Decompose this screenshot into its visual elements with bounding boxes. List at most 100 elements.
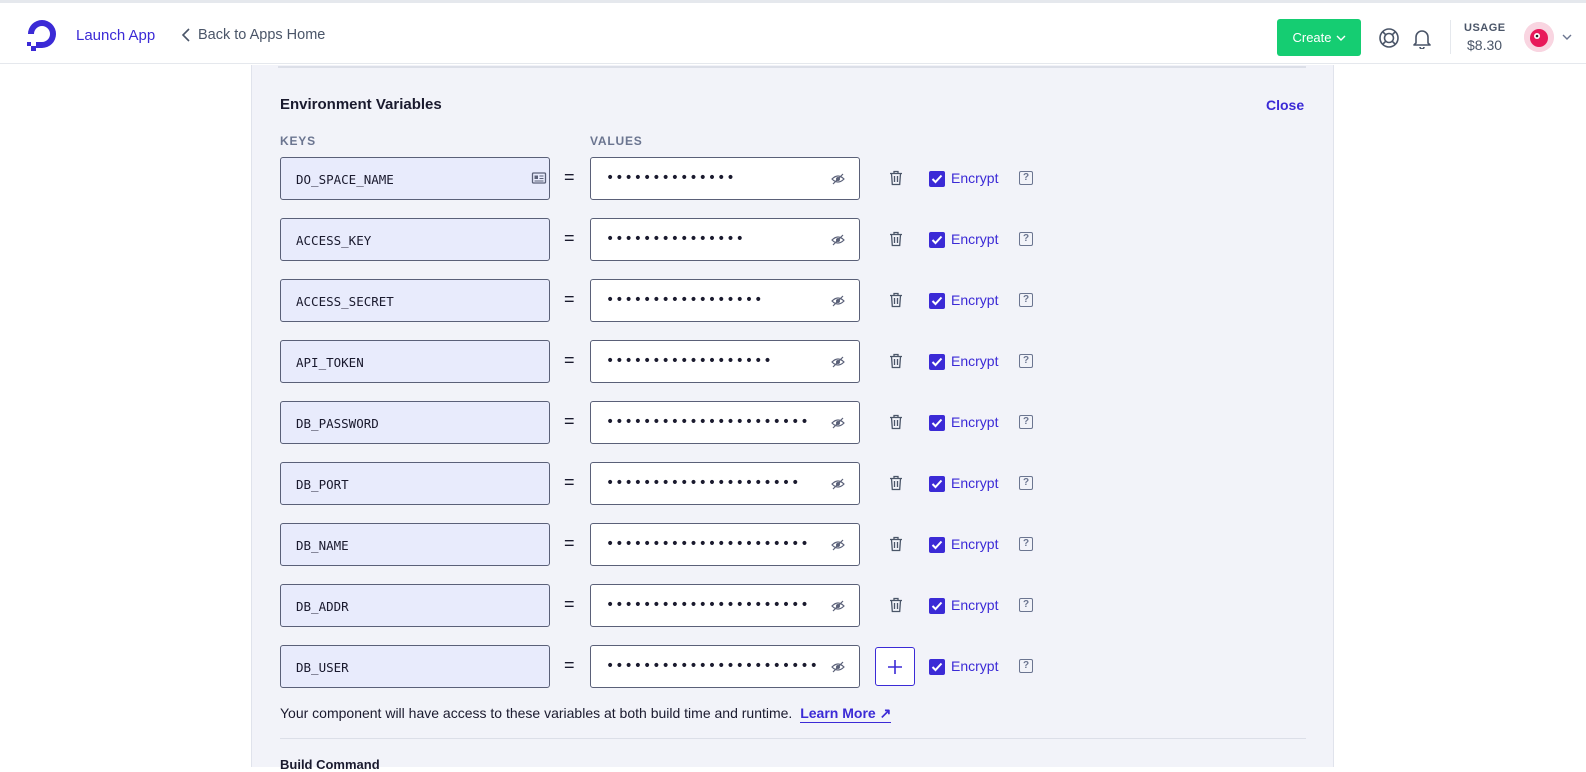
create-label: Create	[1292, 30, 1332, 45]
env-var-row: ACCESS_SECRET = ••••••••••••••••• Encryp…	[280, 279, 1040, 323]
delete-trash-icon[interactable]	[889, 353, 903, 369]
encrypt-label[interactable]: Encrypt	[951, 353, 998, 369]
help-question-icon[interactable]: ?	[1019, 659, 1033, 673]
help-question-icon[interactable]: ?	[1019, 415, 1033, 429]
hide-value-eye-icon[interactable]	[831, 234, 845, 246]
env-value-input[interactable]: •••••••••••••••••	[590, 279, 860, 322]
hide-value-eye-icon[interactable]	[831, 539, 845, 551]
env-value-input[interactable]: ••••••••••••••••••	[590, 340, 860, 383]
encrypt-label[interactable]: Encrypt	[951, 170, 998, 186]
env-value-masked: •••••••••••••••••	[606, 292, 764, 308]
env-value-input[interactable]: •••••••••••••••••••••••	[590, 645, 860, 688]
encrypt-checkbox[interactable]	[929, 354, 945, 370]
env-key-input[interactable]: DB_NAME	[280, 523, 550, 566]
env-key-input[interactable]: DB_PASSWORD	[280, 401, 550, 444]
user-avatar[interactable]	[1524, 22, 1554, 52]
launch-app-link[interactable]: Launch App	[76, 27, 155, 44]
delete-trash-icon[interactable]	[889, 292, 903, 308]
hide-value-eye-icon[interactable]	[831, 173, 845, 185]
equals-sign: =	[564, 533, 575, 553]
hide-value-eye-icon[interactable]	[831, 600, 845, 612]
env-value-input[interactable]: ••••••••••••••	[590, 157, 860, 200]
help-question-icon[interactable]: ?	[1019, 598, 1033, 612]
hide-value-eye-icon[interactable]	[831, 417, 845, 429]
env-value-input[interactable]: ••••••••••••••••••••••	[590, 584, 860, 627]
env-key-input[interactable]: DB_PORT	[280, 462, 550, 505]
help-question-icon[interactable]: ?	[1019, 354, 1033, 368]
encrypt-label[interactable]: Encrypt	[951, 658, 998, 674]
env-vars-note: Your component will have access to these…	[280, 705, 892, 723]
encrypt-checkbox[interactable]	[929, 171, 945, 187]
account-chevron-down-icon[interactable]	[1561, 32, 1573, 42]
encrypt-checkbox[interactable]	[929, 476, 945, 492]
checkmark-icon	[931, 235, 943, 245]
hide-value-eye-icon[interactable]	[831, 356, 845, 368]
env-var-row: API_TOKEN = •••••••••••••••••• Encrypt ?	[280, 340, 1040, 384]
external-arrow-icon: ↗	[879, 705, 892, 721]
env-value-masked: •••••••••••••••••••••	[606, 475, 801, 491]
delete-trash-icon[interactable]	[889, 536, 903, 552]
section-divider	[280, 738, 1306, 739]
env-key-input[interactable]: DO_SPACE_NAME	[280, 157, 550, 200]
hide-value-eye-icon[interactable]	[831, 661, 845, 673]
create-button[interactable]: Create	[1277, 19, 1361, 56]
env-key-input[interactable]: API_TOKEN	[280, 340, 550, 383]
back-to-apps-link[interactable]: Back to Apps Home	[180, 27, 325, 43]
delete-trash-icon[interactable]	[889, 414, 903, 430]
encrypt-label[interactable]: Encrypt	[951, 292, 998, 308]
encrypt-label[interactable]: Encrypt	[951, 475, 998, 491]
env-key-text: DB_ADDR	[296, 599, 349, 614]
add-variable-button[interactable]	[875, 647, 915, 686]
encrypt-label[interactable]: Encrypt	[951, 414, 998, 430]
digitalocean-logo-icon[interactable]	[24, 16, 60, 52]
checkmark-icon	[931, 357, 943, 367]
chevron-down-icon	[1336, 35, 1346, 41]
env-key-input[interactable]: ACCESS_SECRET	[280, 279, 550, 322]
close-button[interactable]: Close	[1266, 97, 1304, 113]
help-question-icon[interactable]: ?	[1019, 232, 1033, 246]
encrypt-checkbox[interactable]	[929, 537, 945, 553]
help-question-icon[interactable]: ?	[1019, 171, 1033, 185]
encrypt-checkbox[interactable]	[929, 293, 945, 309]
delete-trash-icon[interactable]	[889, 597, 903, 613]
env-value-masked: •••••••••••••••••••••••	[606, 658, 819, 674]
usage-value[interactable]: $8.30	[1467, 37, 1502, 53]
env-value-input[interactable]: ••••••••••••••••••••••	[590, 401, 860, 444]
env-key-input[interactable]: ACCESS_KEY	[280, 218, 550, 261]
help-question-icon[interactable]: ?	[1019, 476, 1033, 490]
bulk-editor-card-icon[interactable]	[531, 170, 547, 186]
env-value-masked: ••••••••••••••••••••••	[606, 597, 810, 613]
env-value-input[interactable]: •••••••••••••••••••••	[590, 462, 860, 505]
encrypt-checkbox[interactable]	[929, 598, 945, 614]
notifications-bell-icon[interactable]	[1411, 27, 1433, 49]
help-question-icon[interactable]: ?	[1019, 537, 1033, 551]
back-label: Back to Apps Home	[198, 27, 326, 43]
env-key-text: ACCESS_SECRET	[296, 294, 394, 309]
support-lifebuoy-icon[interactable]	[1378, 27, 1400, 49]
env-var-row: DB_NAME = •••••••••••••••••••••• Encrypt…	[280, 523, 1040, 567]
encrypt-checkbox[interactable]	[929, 415, 945, 431]
learn-more-link[interactable]: Learn More ↗	[800, 705, 892, 723]
delete-trash-icon[interactable]	[889, 475, 903, 491]
usage-label: USAGE	[1464, 22, 1506, 34]
equals-sign: =	[564, 289, 575, 309]
encrypt-checkbox[interactable]	[929, 659, 945, 675]
encrypt-label[interactable]: Encrypt	[951, 231, 998, 247]
hide-value-eye-icon[interactable]	[831, 478, 845, 490]
encrypt-label[interactable]: Encrypt	[951, 536, 998, 552]
env-value-input[interactable]: ••••••••••••••••••••••	[590, 523, 860, 566]
env-value-masked: •••••••••••••••	[606, 231, 745, 247]
env-key-input[interactable]: DB_ADDR	[280, 584, 550, 627]
hide-value-eye-icon[interactable]	[831, 295, 845, 307]
top-navbar: Launch App Back to Apps Home Create USAG…	[0, 0, 1586, 64]
env-key-input[interactable]: DB_USER	[280, 645, 550, 688]
delete-trash-icon[interactable]	[889, 231, 903, 247]
note-text: Your component will have access to these…	[280, 705, 793, 721]
help-question-icon[interactable]: ?	[1019, 293, 1033, 307]
encrypt-label[interactable]: Encrypt	[951, 597, 998, 613]
delete-trash-icon[interactable]	[889, 170, 903, 186]
checkmark-icon	[931, 601, 943, 611]
env-var-row: DO_SPACE_NAME = •••••••••••••• Encrypt ?	[280, 157, 1040, 201]
encrypt-checkbox[interactable]	[929, 232, 945, 248]
env-value-input[interactable]: •••••••••••••••	[590, 218, 860, 261]
